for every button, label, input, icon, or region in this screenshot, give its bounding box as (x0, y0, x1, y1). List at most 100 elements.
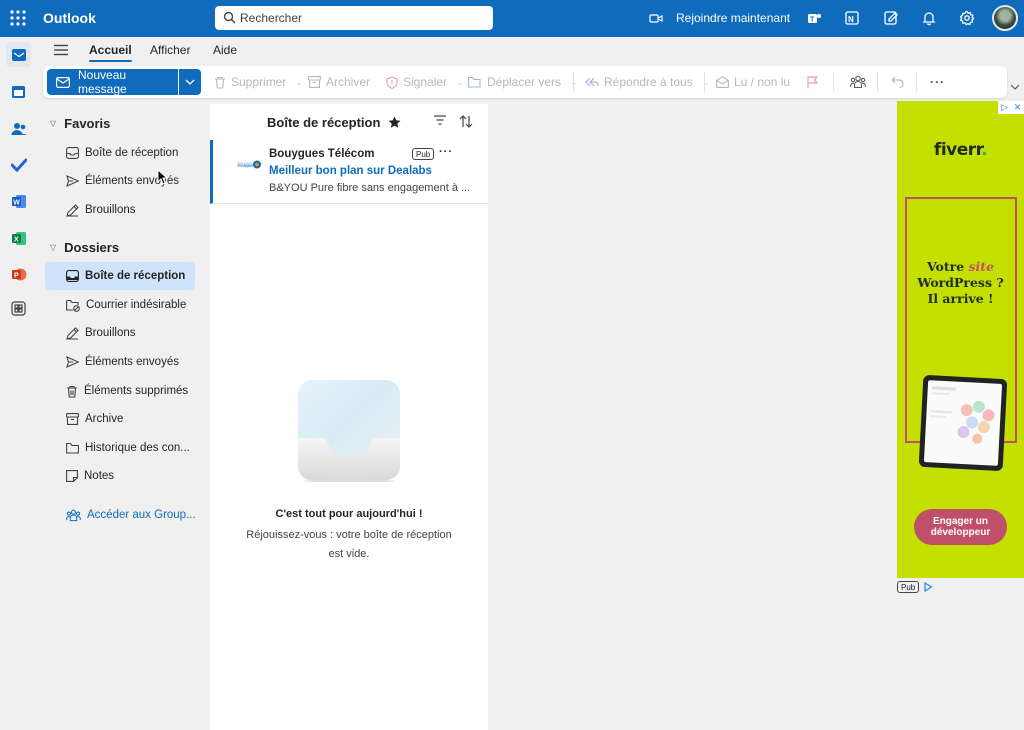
ad-badge: Pub (412, 148, 435, 160)
ad-headline-post: WordPress ? Il arrive ! (917, 275, 1004, 306)
top-bar: Outlook Rechercher Rejoindre maintenant … (0, 0, 1024, 37)
folder-item-conversation-history[interactable]: Historique des con... (45, 434, 195, 462)
chevron-down-icon: ⌄ (456, 76, 464, 87)
divider (704, 72, 705, 92)
tab-view[interactable]: Afficher (150, 43, 190, 57)
ad-cta-button[interactable]: Engager un développeur (914, 509, 1007, 545)
powerpoint-app-icon[interactable]: P (6, 262, 31, 287)
mouse-cursor-icon (157, 169, 168, 185)
search-box[interactable]: Rechercher (215, 6, 493, 30)
sort-icon[interactable] (459, 115, 473, 128)
close-icon[interactable]: ✕ (1011, 101, 1024, 114)
chevron-down-icon[interactable] (1010, 84, 1020, 90)
undo-button[interactable] (891, 74, 904, 90)
svg-text:X: X (14, 237, 19, 244)
folder-item-label: Boîte de réception (85, 270, 186, 282)
move-to-button[interactable]: Déplacer vers⌄ (468, 74, 578, 90)
groups-link[interactable]: Accéder aux Group... (45, 501, 195, 529)
mail-app-icon[interactable] (6, 42, 31, 67)
folder-item-archive[interactable]: Archive (45, 405, 195, 433)
folder-item-label: Éléments supprimés (84, 385, 189, 397)
join-now-label: Rejoindre maintenant (676, 11, 791, 25)
tab-home[interactable]: Accueil (89, 43, 132, 62)
more-apps-icon[interactable] (6, 296, 31, 321)
junk-icon (66, 299, 80, 312)
report-button[interactable]: Signaler ⌄ (386, 74, 464, 90)
favorites-header[interactable]: ▽ Favoris (50, 116, 110, 131)
tab-help[interactable]: Aide (213, 43, 237, 57)
bell-icon[interactable] (920, 9, 938, 27)
people-app-icon[interactable] (6, 116, 31, 141)
archive-icon (308, 76, 321, 88)
divider (916, 72, 917, 92)
onenote-icon[interactable]: N (843, 9, 861, 27)
folder-item-drafts[interactable]: Brouillons (45, 319, 195, 347)
trash-icon (66, 385, 78, 398)
app-launcher-icon[interactable] (9, 9, 27, 27)
video-icon (649, 13, 663, 24)
ad-banner[interactable]: ▷ ✕ fiverr. Votre site WordPress ? Il ar… (897, 101, 1024, 578)
search-icon (223, 11, 236, 24)
fav-item-label: Boîte de réception (85, 147, 179, 159)
avatar[interactable] (992, 5, 1018, 31)
new-message-label: Nouveau message (78, 68, 127, 96)
divider (833, 72, 834, 92)
sender-logo: bouygues (237, 158, 263, 172)
folder-item-label: Notes (84, 470, 115, 482)
new-message-dropdown[interactable] (179, 69, 201, 95)
read-unread-button[interactable]: Lu / non lu (716, 74, 790, 90)
folder-icon (66, 442, 79, 454)
filter-icon[interactable] (434, 115, 446, 125)
search-input[interactable]: Rechercher (240, 11, 302, 25)
join-now-button[interactable]: Rejoindre maintenant (649, 9, 790, 27)
fav-item-sent[interactable]: Éléments envoyés (45, 167, 195, 195)
more-options-button[interactable]: ··· (930, 74, 945, 90)
calendar-app-icon[interactable] (6, 79, 31, 104)
flag-icon (807, 75, 818, 89)
draft-icon (66, 203, 79, 217)
gear-icon[interactable] (958, 9, 976, 27)
ad-headline: Votre site WordPress ? Il arrive ! (897, 259, 1024, 307)
teams-icon[interactable]: T (805, 9, 823, 27)
folder-item-deleted[interactable]: Éléments supprimés (45, 377, 195, 405)
whiteboard-icon[interactable] (882, 9, 900, 27)
more-horizontal-icon[interactable]: ··· (439, 146, 453, 158)
hamburger-icon[interactable] (54, 44, 68, 56)
reply-all-button[interactable]: Répondre à tous ⌄ (585, 74, 709, 90)
folders-header-label: Dossiers (64, 240, 120, 255)
message-list-title: Boîte de réception (267, 115, 401, 130)
excel-app-icon[interactable]: X (6, 226, 31, 251)
groups-button[interactable] (850, 74, 866, 90)
ribbon-tabs: Accueil Afficher Aide (37, 37, 1024, 65)
report-label: Signaler (403, 75, 448, 89)
chevron-down-icon: ▽ (50, 119, 57, 128)
message-item[interactable]: bouygues Bouygues Télécom Pub ··· Meille… (210, 140, 488, 204)
app-title[interactable]: Outlook (43, 10, 96, 26)
message-subject: Meilleur bon plan sur Dealabs (269, 165, 432, 177)
fav-item-drafts[interactable]: Brouillons (45, 196, 195, 224)
flag-button[interactable] (807, 74, 818, 90)
envelope-open-icon (716, 76, 729, 88)
new-message-button[interactable]: Nouveau message (47, 68, 178, 96)
word-app-icon[interactable]: W (6, 189, 31, 214)
reply-all-label: Répondre à tous (604, 75, 693, 89)
folder-item-inbox[interactable]: Boîte de réception (45, 262, 195, 290)
star-icon[interactable] (388, 116, 401, 129)
fav-item-inbox[interactable]: Boîte de réception (45, 139, 195, 167)
folder-item-junk[interactable]: Courrier indésirable (45, 291, 195, 319)
app-rail: W X P (0, 37, 37, 730)
undo-icon (891, 76, 904, 88)
todo-app-icon[interactable] (6, 152, 31, 177)
tablet-image (918, 374, 1008, 472)
move-to-label: Déplacer vers (487, 75, 562, 89)
ad-info-icon[interactable]: ▷ (998, 101, 1011, 114)
folder-item-sent[interactable]: Éléments envoyés (45, 348, 195, 376)
folder-item-label: Courrier indésirable (86, 299, 187, 311)
archive-button[interactable]: Archiver (308, 74, 370, 90)
draft-icon (66, 326, 79, 340)
folder-item-notes[interactable]: Notes (45, 462, 195, 490)
folders-header[interactable]: ▽ Dossiers (50, 240, 119, 255)
delete-button[interactable]: Supprimer ⌄ (214, 74, 303, 90)
adchoices-icon[interactable] (923, 582, 933, 592)
people-group-icon (66, 509, 81, 522)
